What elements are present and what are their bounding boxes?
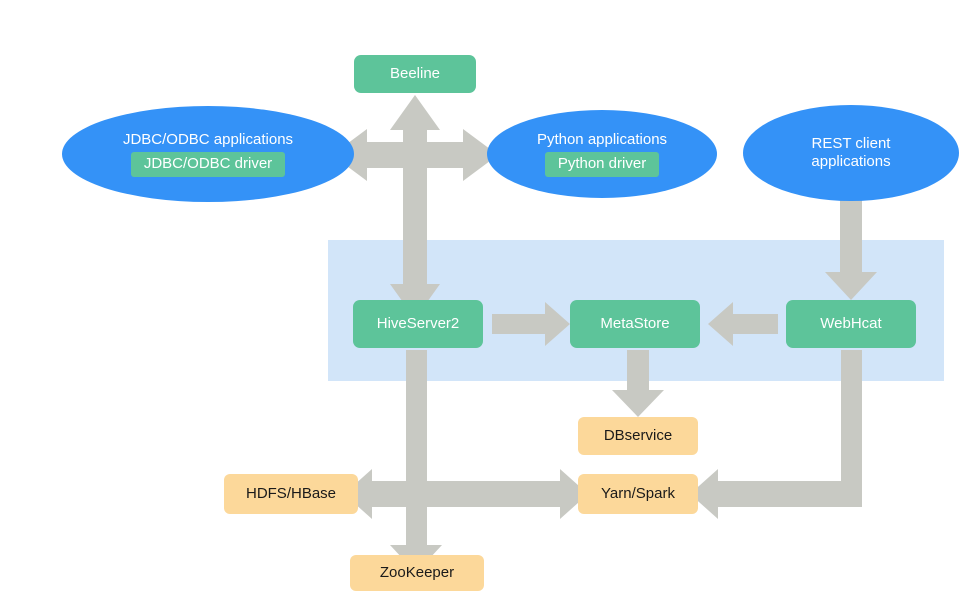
client-rest-title: REST client applications bbox=[811, 135, 891, 170]
connector-clients-to-beeline-hiveserver2 bbox=[332, 95, 498, 319]
node-metastore[interactable]: MetaStore bbox=[570, 300, 700, 348]
node-hdfs-hbase[interactable]: HDFS/HBase bbox=[224, 474, 358, 514]
client-rest-applications[interactable]: REST client applications bbox=[743, 105, 959, 201]
client-jdbc-odbc-title: JDBC/ODBC applications bbox=[122, 131, 294, 148]
connector-hiveserver2-to-zookeeper-and-storage bbox=[344, 350, 588, 573]
node-yarn-spark-label: Yarn/Spark bbox=[601, 485, 675, 502]
node-hiveserver2[interactable]: HiveServer2 bbox=[353, 300, 483, 348]
node-beeline[interactable]: Beeline bbox=[354, 55, 476, 93]
node-zookeeper-label: ZooKeeper bbox=[379, 564, 455, 581]
jdbc-odbc-driver-chip: JDBC/ODBC driver bbox=[130, 152, 286, 177]
node-metastore-label: MetaStore bbox=[600, 315, 670, 332]
connector-rest-to-webhcat bbox=[825, 185, 877, 300]
connector-webhcat-to-yarn-spark bbox=[690, 350, 862, 519]
client-jdbc-odbc-applications[interactable]: JDBC/ODBC applications JDBC/ODBC driver bbox=[62, 106, 354, 202]
python-driver-chip: Python driver bbox=[544, 152, 660, 177]
connector-hiveserver2-to-metastore bbox=[492, 302, 570, 346]
node-dbservice[interactable]: DBservice bbox=[578, 417, 698, 455]
architecture-diagram: Beeline JDBC/ODBC applications JDBC/ODBC… bbox=[0, 0, 964, 604]
connector-webhcat-to-metastore bbox=[708, 302, 778, 346]
client-python-title: Python applications bbox=[536, 131, 668, 148]
node-webhcat[interactable]: WebHcat bbox=[786, 300, 916, 348]
node-dbservice-label: DBservice bbox=[603, 427, 673, 444]
connector-metastore-to-dbservice bbox=[612, 350, 664, 417]
client-python-applications[interactable]: Python applications Python driver bbox=[487, 110, 717, 198]
node-beeline-label: Beeline bbox=[389, 65, 441, 82]
node-hdfs-hbase-label: HDFS/HBase bbox=[245, 485, 337, 502]
node-hiveserver2-label: HiveServer2 bbox=[376, 315, 460, 332]
node-zookeeper[interactable]: ZooKeeper bbox=[350, 555, 484, 591]
node-webhcat-label: WebHcat bbox=[820, 315, 882, 332]
node-yarn-spark[interactable]: Yarn/Spark bbox=[578, 474, 698, 514]
